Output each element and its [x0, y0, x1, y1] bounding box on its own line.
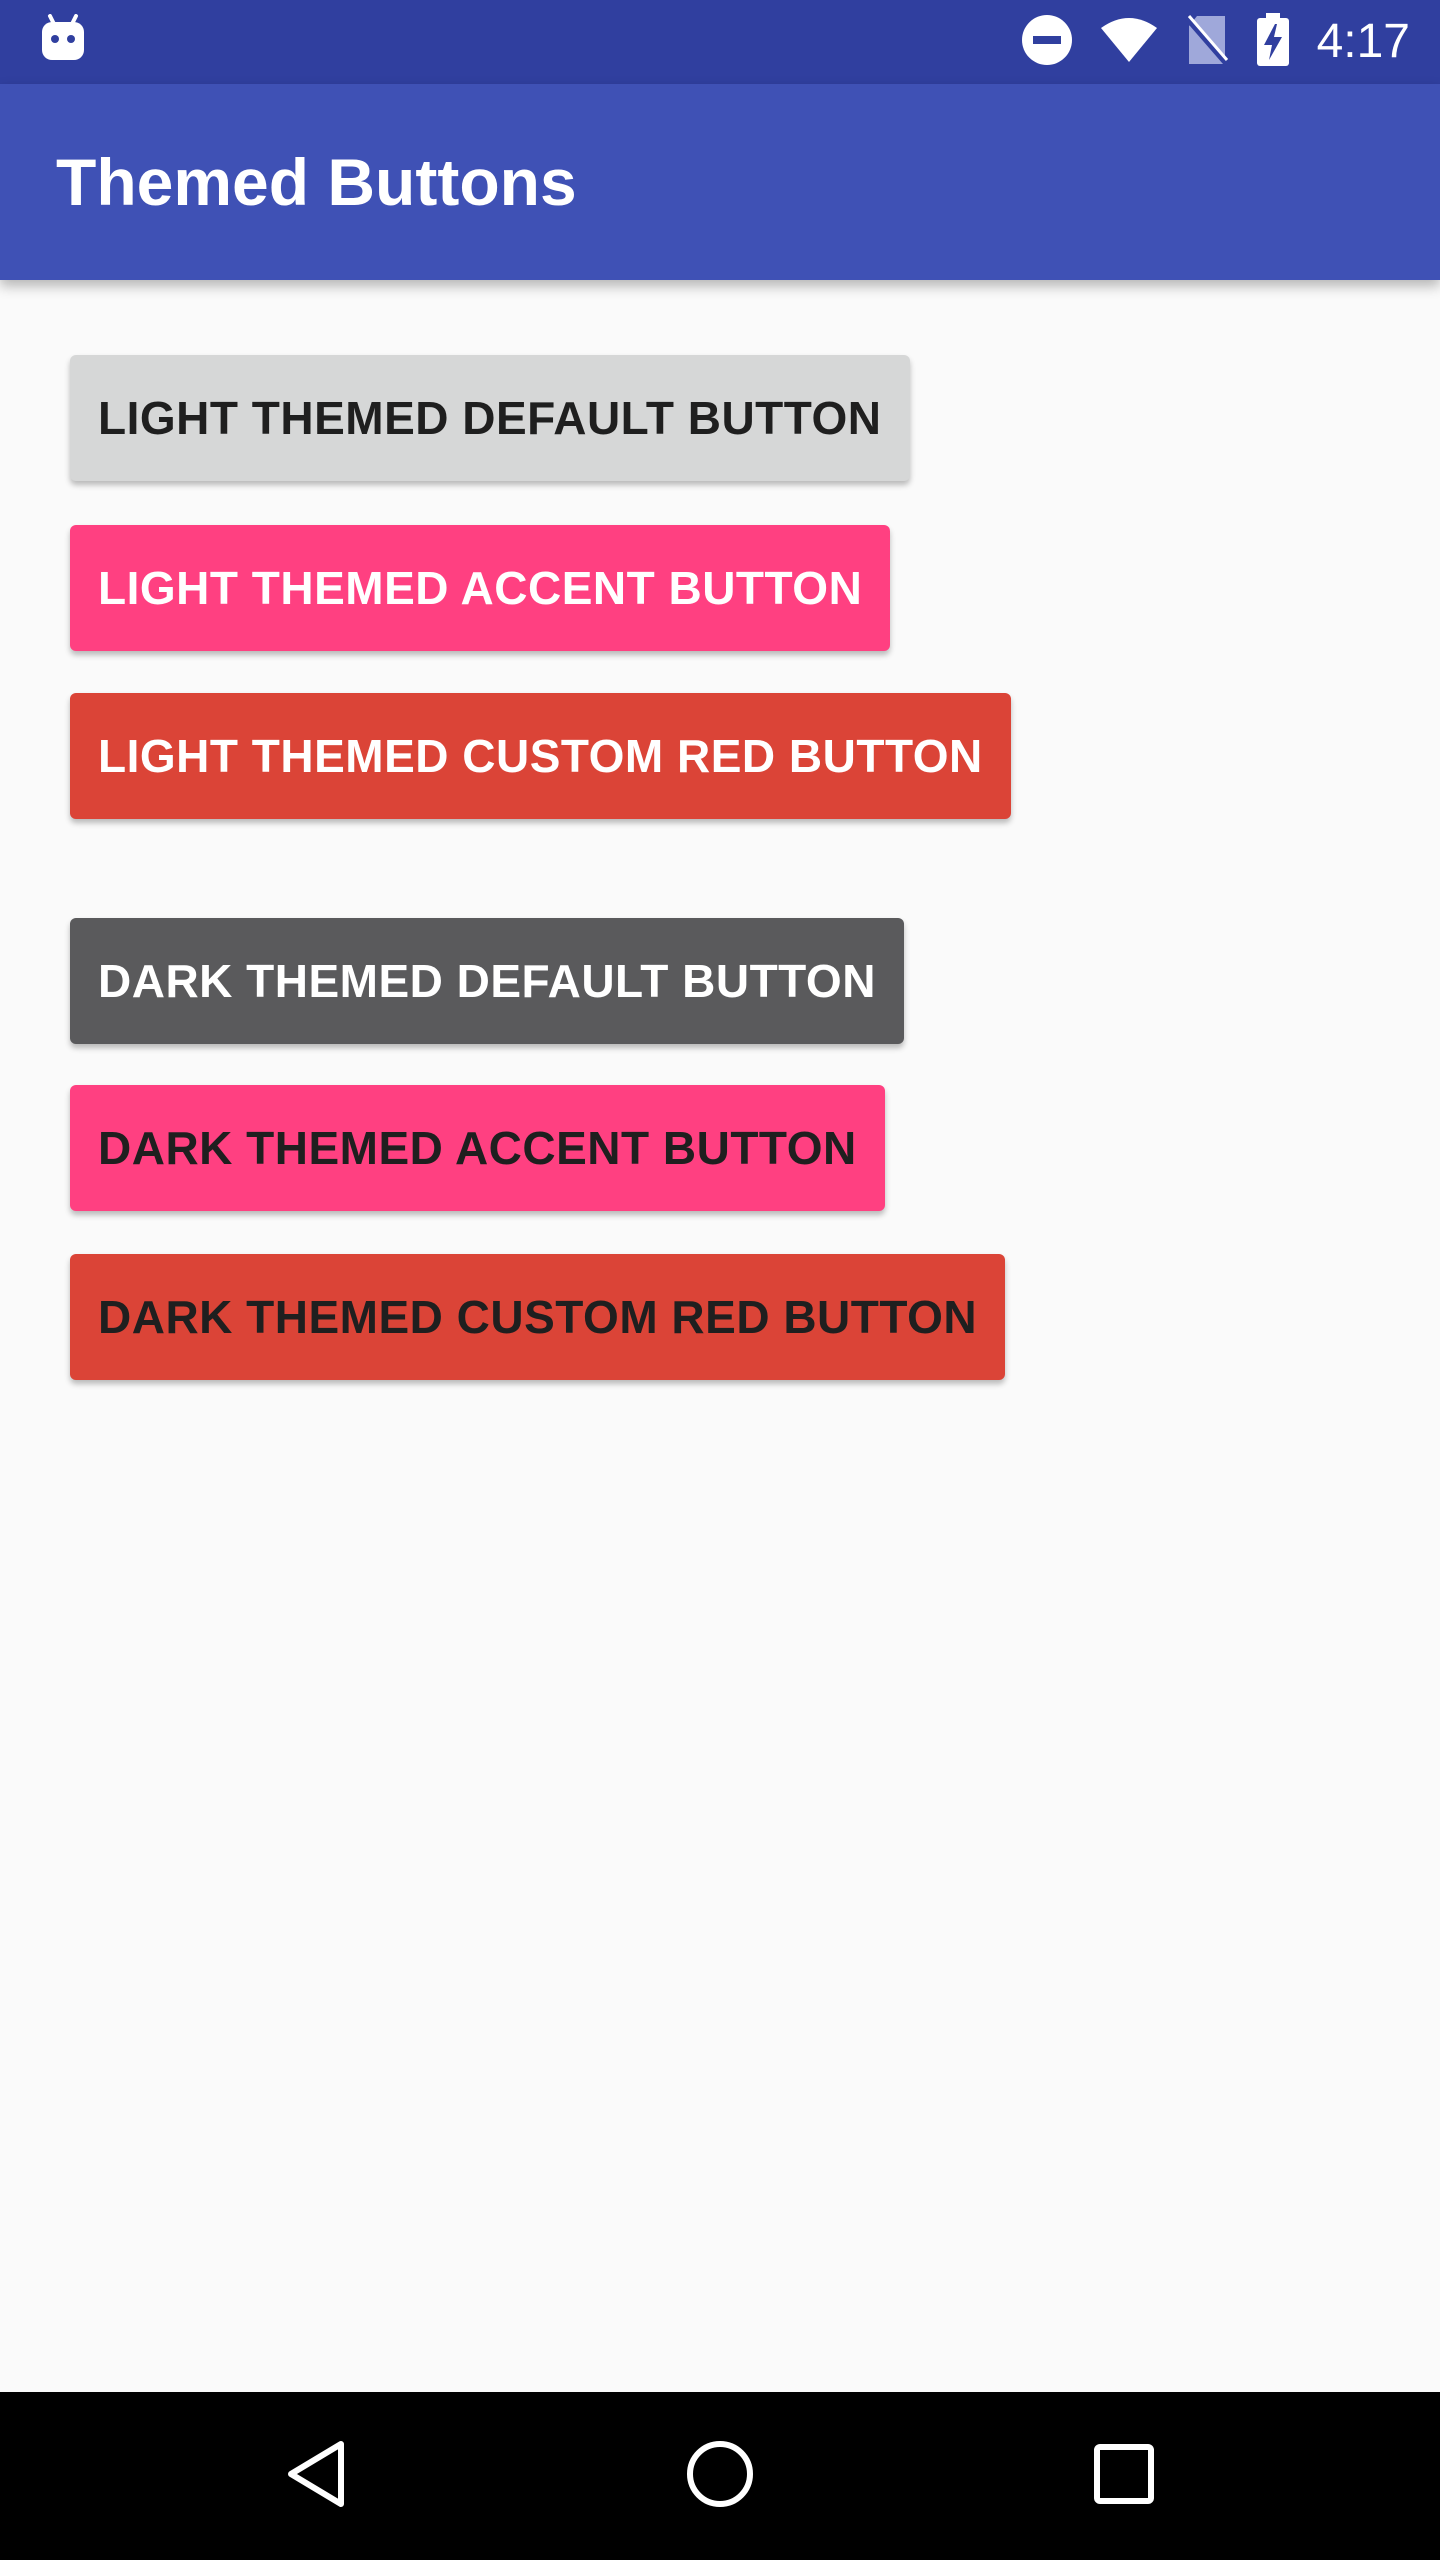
light-themed-custom-red-button[interactable]: LIGHT THEMED CUSTOM RED BUTTON: [70, 693, 1011, 819]
dark-themed-default-button[interactable]: DARK THEMED DEFAULT BUTTON: [70, 918, 904, 1044]
no-sim-icon: [1184, 14, 1229, 71]
content-area: LIGHT THEMED DEFAULT BUTTON LIGHT THEMED…: [0, 280, 1440, 2392]
navigation-bar: [0, 2392, 1440, 2560]
dark-themed-custom-red-button[interactable]: DARK THEMED CUSTOM RED BUTTON: [70, 1254, 1006, 1380]
wifi-icon: [1099, 16, 1159, 69]
page-title: Themed Buttons: [56, 145, 577, 219]
status-time: 4:17: [1316, 15, 1410, 68]
status-bar: 4:17: [0, 0, 1440, 84]
do-not-disturb-icon: [1021, 14, 1073, 71]
status-icons: 4:17: [1021, 0, 1410, 84]
light-themed-accent-button[interactable]: LIGHT THEMED ACCENT BUTTON: [70, 525, 891, 651]
recents-icon: [1093, 2443, 1155, 2510]
light-themed-default-button[interactable]: LIGHT THEMED DEFAULT BUTTON: [70, 355, 910, 481]
dark-themed-accent-button[interactable]: DARK THEMED ACCENT BUTTON: [70, 1085, 885, 1211]
recents-button[interactable]: [1044, 2392, 1204, 2560]
home-button[interactable]: [640, 2392, 800, 2560]
back-button[interactable]: [236, 2392, 396, 2560]
battery-charging-icon: [1255, 12, 1291, 72]
android-notification-icon: [40, 14, 86, 62]
home-icon: [685, 2439, 755, 2514]
app-bar: Themed Buttons: [0, 84, 1440, 280]
back-icon: [285, 2439, 347, 2514]
